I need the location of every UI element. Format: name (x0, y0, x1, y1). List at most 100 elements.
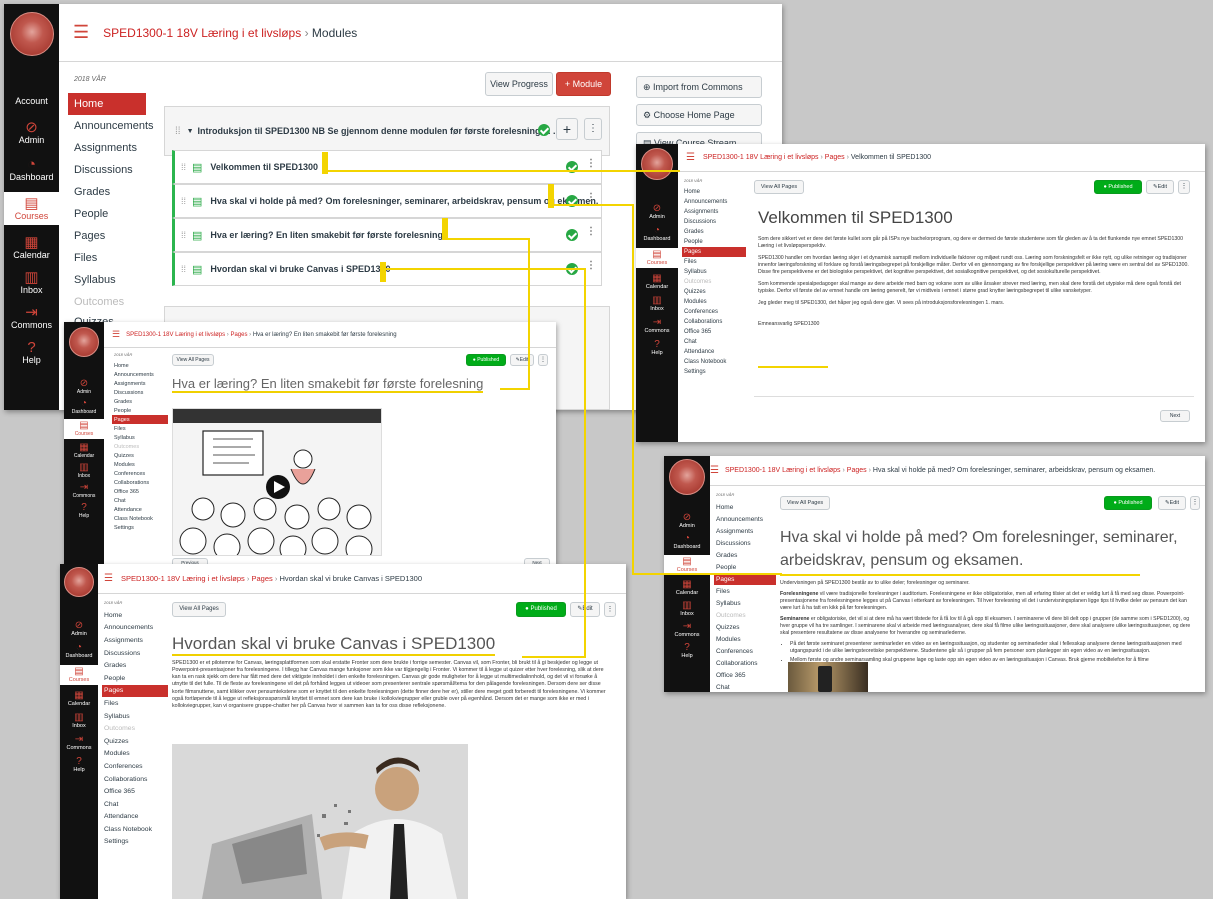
item-options-icon[interactable]: ⋮ (586, 260, 596, 271)
course-nav-syllabus[interactable]: Syllabus (112, 433, 168, 442)
course-nav-discussions[interactable]: Discussions (682, 217, 746, 227)
nav-admin[interactable]: ⊘ Admin (71, 621, 87, 638)
nav-help[interactable]: ? Help (73, 757, 84, 774)
hamburger-icon[interactable]: ☰ (104, 573, 113, 584)
nav-help[interactable]: ? Help (651, 340, 662, 357)
breadcrumb-pages[interactable]: Pages (825, 154, 845, 161)
page-options-button[interactable]: ⋮ (604, 602, 616, 617)
course-nav-grades[interactable]: Grades (682, 227, 746, 237)
nav-help[interactable]: ? Help (79, 503, 89, 520)
published-button[interactable]: ● Published (516, 602, 566, 617)
course-nav-class-notebook[interactable]: Class Notebook (682, 357, 746, 367)
page-options-button[interactable]: ⋮ (1178, 180, 1190, 194)
published-button[interactable]: ● Published (1094, 180, 1142, 194)
course-nav-chat[interactable]: Chat (714, 681, 776, 692)
nav-inbox[interactable]: ▥ Inbox (72, 713, 85, 730)
course-nav-discussions[interactable]: Discussions (68, 159, 146, 181)
course-nav-announcements[interactable]: Announcements (682, 197, 746, 207)
drag-handle-icon[interactable]: ⁞⁞ (181, 162, 186, 172)
edit-button[interactable]: ✎Edit (510, 354, 534, 366)
course-nav-conferences[interactable]: Conferences (112, 469, 168, 478)
nav-calendar[interactable]: ▦ Calendar (74, 443, 94, 460)
course-nav-syllabus[interactable]: Syllabus (714, 597, 776, 609)
course-nav-home[interactable]: Home (68, 93, 146, 115)
module-item[interactable]: ⁞⁞ ▤ Hva skal vi holde på med? Om forele… (172, 184, 602, 218)
course-nav-grades[interactable]: Grades (102, 659, 168, 672)
view-all-pages-button[interactable]: View All Pages (780, 496, 830, 510)
course-nav-quizzes[interactable]: Quizzes (682, 287, 746, 297)
nav-courses[interactable]: ▤ Courses (4, 192, 59, 225)
course-nav-modules[interactable]: Modules (102, 748, 168, 761)
nav-inbox[interactable]: ▥ Inbox (20, 270, 42, 295)
drag-handle-icon[interactable]: ⁞⁞ (181, 264, 186, 274)
nav-dashboard[interactable]: ◔ Dashboard (674, 534, 701, 551)
module-item-title[interactable]: Hva skal vi holde på med? Om forelesning… (210, 196, 598, 206)
course-nav-outcomes[interactable]: Outcomes (714, 609, 776, 621)
course-nav-assignments[interactable]: Assignments (682, 207, 746, 217)
course-nav-quizzes[interactable]: Quizzes (714, 621, 776, 633)
university-logo[interactable] (9, 12, 54, 56)
course-nav-discussions[interactable]: Discussions (112, 388, 168, 397)
item-options-icon[interactable]: ⋮ (586, 226, 596, 237)
drag-handle-icon[interactable]: ⁞⁞ (181, 196, 186, 206)
course-nav-modules[interactable]: Modules (714, 633, 776, 645)
nav-inbox[interactable]: ▥ Inbox (680, 601, 693, 618)
nav-commons[interactable]: ⇥ Commons (644, 318, 669, 335)
view-all-pages-button[interactable]: View All Pages (754, 180, 804, 194)
course-nav-outcomes[interactable]: Outcomes (102, 722, 168, 735)
course-nav-attendance[interactable]: Attendance (112, 505, 168, 514)
course-nav-discussions[interactable]: Discussions (714, 537, 776, 549)
nav-commons[interactable]: ⇥ Commons (66, 735, 91, 752)
edit-button[interactable]: ✎Edit (1146, 180, 1174, 194)
university-logo[interactable] (64, 567, 94, 597)
nav-calendar[interactable]: ▦ Calendar (646, 274, 668, 291)
course-nav-assignments[interactable]: Assignments (112, 379, 168, 388)
course-nav-home[interactable]: Home (714, 501, 776, 513)
course-nav-settings[interactable]: Settings (102, 836, 168, 849)
course-nav-conferences[interactable]: Conferences (682, 307, 746, 317)
nav-calendar[interactable]: ▦ Calendar (676, 580, 698, 597)
course-nav-syllabus[interactable]: Syllabus (682, 267, 746, 277)
hamburger-icon[interactable]: ☰ (686, 152, 695, 163)
course-nav-settings[interactable]: Settings (682, 367, 746, 377)
drag-handle-icon[interactable]: ⁞⁞ (181, 230, 186, 240)
breadcrumb-pages[interactable]: Pages (251, 574, 272, 583)
course-nav-grades[interactable]: Grades (112, 397, 168, 406)
nav-dashboard[interactable]: ◔ Dashboard (644, 226, 671, 243)
course-nav-home[interactable]: Home (102, 609, 168, 622)
course-nav-home[interactable]: Home (112, 361, 168, 370)
course-nav-home[interactable]: Home (682, 187, 746, 197)
course-nav-grades[interactable]: Grades (68, 181, 146, 203)
hamburger-icon[interactable]: ☰ (112, 329, 120, 340)
nav-admin[interactable]: ⊘ Admin (649, 204, 665, 221)
course-nav-assignments[interactable]: Assignments (68, 137, 146, 159)
course-nav-files[interactable]: Files (102, 697, 168, 710)
course-nav-collaborations[interactable]: Collaborations (112, 478, 168, 487)
course-nav-files[interactable]: Files (714, 585, 776, 597)
course-nav-files[interactable]: Files (112, 424, 168, 433)
view-all-pages-button[interactable]: View All Pages (172, 602, 226, 617)
course-nav-quizzes[interactable]: Quizzes (102, 735, 168, 748)
course-nav-attendance[interactable]: Attendance (682, 347, 746, 357)
course-nav-chat[interactable]: Chat (102, 798, 168, 811)
nav-calendar[interactable]: ▦ Calendar (68, 691, 90, 708)
nav-help[interactable]: ? Help (681, 643, 692, 660)
nav-courses[interactable]: ▤ Courses (636, 248, 678, 268)
view-progress-button[interactable]: View Progress (485, 72, 553, 96)
course-nav-conferences[interactable]: Conferences (714, 645, 776, 657)
nav-courses[interactable]: ▤ Courses (60, 665, 98, 685)
hamburger-icon[interactable]: ☰ (710, 465, 719, 476)
course-nav-office365[interactable]: Office 365 (682, 327, 746, 337)
course-nav-assignments[interactable]: Assignments (714, 525, 776, 537)
edit-button[interactable]: ✎Edit (1158, 496, 1186, 510)
course-nav-outcomes[interactable]: Outcomes (68, 291, 146, 313)
cartoon-video-embed[interactable] (172, 408, 382, 556)
course-nav-attendance[interactable]: Attendance (102, 811, 168, 824)
course-nav-files[interactable]: Files (68, 247, 146, 269)
breadcrumb-course[interactable]: SPED1300-1 18V Læring i et livsløps (703, 154, 819, 161)
hamburger-icon[interactable]: ☰ (73, 22, 89, 43)
course-nav-pages[interactable]: Pages (68, 225, 146, 247)
course-nav-chat[interactable]: Chat (112, 496, 168, 505)
course-nav-discussions[interactable]: Discussions (102, 647, 168, 660)
item-options-icon[interactable]: ⋮ (586, 192, 596, 203)
